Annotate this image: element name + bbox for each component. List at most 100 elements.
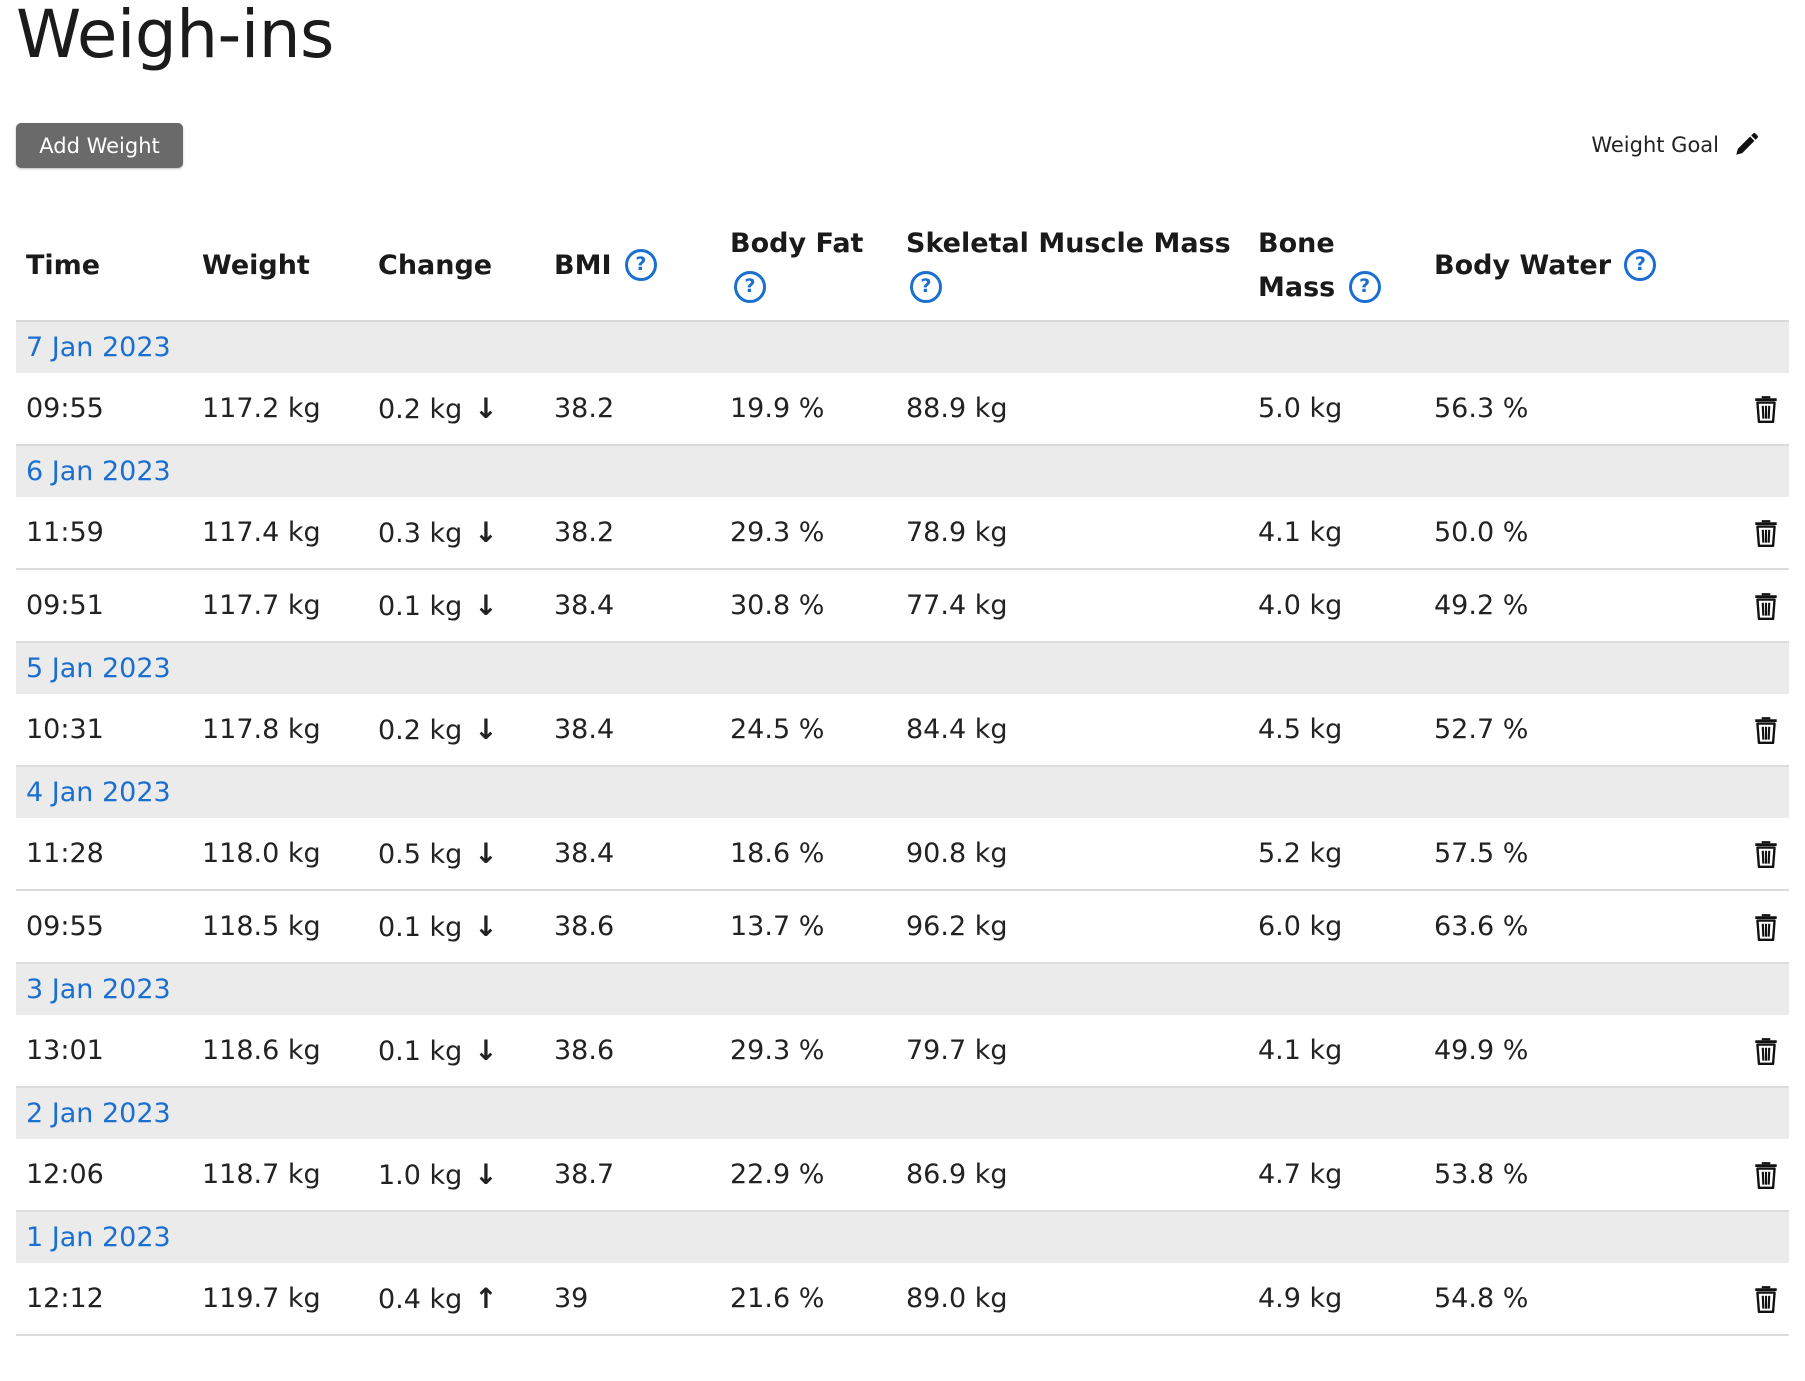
bone-mass-help-icon[interactable]: ? bbox=[1348, 270, 1381, 303]
bone-mass-value: 5.2 kg bbox=[1258, 838, 1343, 869]
time-value: 12:06 bbox=[26, 1159, 104, 1190]
add-weight-button[interactable]: Add Weight bbox=[16, 123, 183, 168]
bone-mass-value: 5.0 kg bbox=[1258, 393, 1343, 424]
body-fat-help-icon[interactable]: ? bbox=[734, 270, 766, 303]
body-water-value: 63.6 % bbox=[1434, 911, 1529, 942]
trash-icon[interactable] bbox=[1753, 518, 1779, 548]
body-fat-value: 30.8 % bbox=[730, 590, 825, 621]
bmi-cell: 38.2 bbox=[544, 496, 720, 570]
time-value: 11:59 bbox=[26, 517, 104, 548]
bone-mass-cell: 4.9 kg bbox=[1248, 1262, 1424, 1336]
weight-cell: 118.5 kg bbox=[192, 890, 368, 964]
skeletal-muscle-mass-cell: 90.8 kg bbox=[896, 817, 1248, 891]
date-group-label[interactable]: 5 Jan 2023 bbox=[16, 642, 1789, 694]
bone-mass-value: 4.5 kg bbox=[1258, 714, 1343, 745]
body-fat-cell: 29.3 % bbox=[720, 496, 896, 570]
trash-icon[interactable] bbox=[1753, 715, 1779, 745]
skeletal-muscle-mass-value: 89.0 kg bbox=[906, 1283, 1008, 1314]
change-value: 0.1 kg bbox=[378, 1036, 463, 1067]
time-cell: 13:01 bbox=[16, 1014, 192, 1088]
change-cell: 0.5 kg ↓ bbox=[368, 817, 544, 891]
weight-value: 117.7 kg bbox=[202, 590, 321, 621]
weight-value: 117.8 kg bbox=[202, 714, 321, 745]
bone-mass-value: 4.1 kg bbox=[1258, 517, 1343, 548]
skeletal-muscle-mass-cell: 78.9 kg bbox=[896, 496, 1248, 570]
change-value: 0.1 kg bbox=[378, 591, 463, 622]
trash-icon[interactable] bbox=[1753, 591, 1779, 621]
arrow-down-icon: ↓ bbox=[474, 910, 498, 943]
trash-icon[interactable] bbox=[1753, 1036, 1779, 1066]
weight-cell: 117.2 kg bbox=[192, 372, 368, 446]
skeletal-muscle-mass-help-icon[interactable]: ? bbox=[910, 270, 942, 303]
body-fat-cell: 18.6 % bbox=[720, 817, 896, 891]
date-group-label[interactable]: 4 Jan 2023 bbox=[16, 766, 1789, 818]
date-group-label[interactable]: 6 Jan 2023 bbox=[16, 445, 1789, 497]
date-group-label[interactable]: 3 Jan 2023 bbox=[16, 963, 1789, 1015]
trash-icon[interactable] bbox=[1753, 1160, 1779, 1190]
delete-cell bbox=[1600, 372, 1789, 446]
change-value: 0.4 kg bbox=[378, 1284, 463, 1315]
body-water-value: 49.2 % bbox=[1434, 590, 1529, 621]
body-fat-cell: 22.9 % bbox=[720, 1138, 896, 1212]
header-bmi: BMI ? bbox=[544, 214, 720, 322]
change-value: 0.5 kg bbox=[378, 839, 463, 870]
bmi-cell: 38.6 bbox=[544, 1014, 720, 1088]
date-group-row: 1 Jan 2023 bbox=[16, 1211, 1789, 1263]
bmi-cell: 38.4 bbox=[544, 817, 720, 891]
bmi-help-icon[interactable]: ? bbox=[624, 248, 657, 281]
delete-cell bbox=[1600, 569, 1789, 643]
table-row: 10:31 117.8 kg 0.2 kg ↓ 38.4 24.5 % 84.4 kg 4.5… bbox=[16, 693, 1789, 767]
arrow-down-icon: ↓ bbox=[474, 837, 498, 870]
date-group-row: 5 Jan 2023 bbox=[16, 642, 1789, 694]
header-skeletal-muscle-mass: Skeletal Muscle Mass ? bbox=[896, 214, 1248, 322]
weight-value: 117.2 kg bbox=[202, 393, 321, 424]
body-water-value: 53.8 % bbox=[1434, 1159, 1529, 1190]
skeletal-muscle-mass-value: 86.9 kg bbox=[906, 1159, 1008, 1190]
delete-cell bbox=[1600, 693, 1789, 767]
body-fat-value: 22.9 % bbox=[730, 1159, 825, 1190]
weigh-ins-page: Weigh-ins Add Weight Weight Goal Time We… bbox=[0, 0, 1805, 1381]
table-header: Time Weight Change BMI ? Body Fat ? Skel… bbox=[16, 214, 1789, 322]
change-cell: 0.1 kg ↓ bbox=[368, 569, 544, 643]
date-group-label[interactable]: 2 Jan 2023 bbox=[16, 1087, 1789, 1139]
body-fat-value: 13.7 % bbox=[730, 911, 825, 942]
bmi-cell: 38.4 bbox=[544, 693, 720, 767]
arrow-down-icon: ↓ bbox=[474, 1034, 498, 1067]
bone-mass-value: 6.0 kg bbox=[1258, 911, 1343, 942]
table-row: 09:55 117.2 kg 0.2 kg ↓ 38.2 19.9 % 88.9 kg 5.0… bbox=[16, 372, 1789, 446]
time-cell: 11:28 bbox=[16, 817, 192, 891]
body-water-cell: 54.8 % bbox=[1424, 1262, 1600, 1336]
weigh-ins-table: Time Weight Change BMI ? Body Fat ? Skel… bbox=[16, 214, 1789, 1336]
time-value: 10:31 bbox=[26, 714, 104, 745]
pencil-icon[interactable] bbox=[1733, 132, 1759, 158]
trash-icon[interactable] bbox=[1753, 912, 1779, 942]
arrow-up-icon: ↑ bbox=[474, 1282, 498, 1315]
bmi-value: 38.2 bbox=[554, 393, 615, 424]
weight-value: 118.5 kg bbox=[202, 911, 321, 942]
weight-cell: 119.7 kg bbox=[192, 1262, 368, 1336]
table-row: 09:51 117.7 kg 0.1 kg ↓ 38.4 30.8 % 77.4 kg 4.0… bbox=[16, 569, 1789, 643]
date-group-row: 3 Jan 2023 bbox=[16, 963, 1789, 1015]
bmi-value: 39 bbox=[554, 1283, 589, 1314]
weight-goal-link[interactable]: Weight Goal bbox=[1591, 132, 1759, 158]
bone-mass-cell: 4.5 kg bbox=[1248, 693, 1424, 767]
body-water-value: 54.8 % bbox=[1434, 1283, 1529, 1314]
body-water-help-icon[interactable]: ? bbox=[1624, 248, 1657, 281]
date-group-label[interactable]: 7 Jan 2023 bbox=[16, 321, 1789, 373]
date-group-label[interactable]: 1 Jan 2023 bbox=[16, 1211, 1789, 1263]
body-water-value: 57.5 % bbox=[1434, 838, 1529, 869]
trash-icon[interactable] bbox=[1753, 839, 1779, 869]
trash-icon[interactable] bbox=[1753, 1284, 1779, 1314]
skeletal-muscle-mass-cell: 77.4 kg bbox=[896, 569, 1248, 643]
delete-cell bbox=[1600, 1014, 1789, 1088]
bone-mass-cell: 4.0 kg bbox=[1248, 569, 1424, 643]
body-fat-cell: 19.9 % bbox=[720, 372, 896, 446]
bone-mass-cell: 6.0 kg bbox=[1248, 890, 1424, 964]
skeletal-muscle-mass-cell: 86.9 kg bbox=[896, 1138, 1248, 1212]
body-water-cell: 49.9 % bbox=[1424, 1014, 1600, 1088]
body-fat-cell: 30.8 % bbox=[720, 569, 896, 643]
skeletal-muscle-mass-value: 79.7 kg bbox=[906, 1035, 1008, 1066]
trash-icon[interactable] bbox=[1753, 394, 1779, 424]
time-cell: 09:55 bbox=[16, 372, 192, 446]
body-water-value: 56.3 % bbox=[1434, 393, 1529, 424]
